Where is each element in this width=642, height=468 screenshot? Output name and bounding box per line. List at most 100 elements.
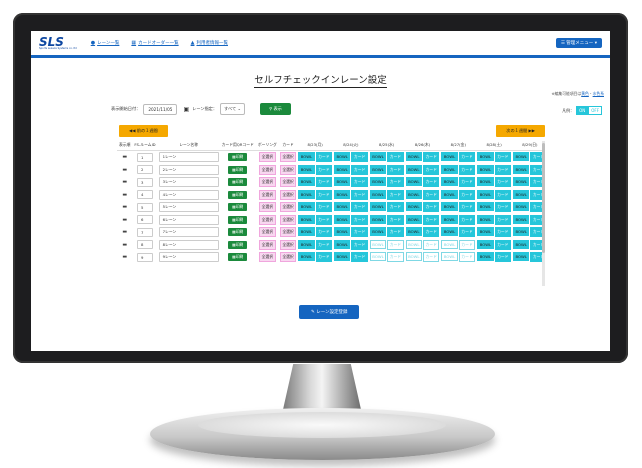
bowl-toggle[interactable]: BOWL	[369, 202, 387, 212]
bowl-toggle[interactable]: BOWL	[298, 164, 315, 174]
bowling-select-all-button[interactable]: 全選択	[259, 239, 276, 250]
qr-print-button[interactable]: ▦印刷	[228, 203, 248, 212]
card-toggle[interactable]: カード	[387, 252, 404, 263]
sls-logo[interactable]: SLS Sports Leisure Systems co. ltd	[39, 36, 77, 51]
qr-print-button[interactable]: ▦印刷	[228, 240, 248, 249]
card-toggle[interactable]: カード	[387, 177, 404, 188]
bowling-select-all-button[interactable]: 全選択	[259, 202, 276, 213]
card-toggle[interactable]: カード	[494, 189, 511, 200]
bowl-toggle[interactable]: BOWL	[441, 189, 458, 199]
card-toggle[interactable]: カード	[530, 202, 542, 213]
lane-filter-select[interactable]: すべて ⌄	[220, 103, 246, 115]
card-toggle[interactable]: カード	[458, 164, 476, 175]
card-toggle[interactable]: カード	[315, 227, 332, 238]
bowl-toggle[interactable]: BOWL	[477, 202, 494, 212]
qr-print-button[interactable]: ▦印刷	[228, 228, 248, 237]
card-toggle[interactable]: カード	[530, 152, 542, 163]
bowl-toggle[interactable]: BOWL	[405, 164, 422, 174]
calendar-icon[interactable]: ▣	[183, 106, 189, 113]
bowl-toggle[interactable]: BOWL	[512, 214, 530, 224]
bowl-toggle[interactable]: BOWL	[369, 239, 387, 249]
room-id-input[interactable]: 4	[137, 190, 153, 200]
card-toggle[interactable]: カード	[530, 164, 542, 175]
bowl-toggle[interactable]: BOWL	[298, 189, 315, 199]
bowl-toggle[interactable]: BOWL	[369, 177, 387, 187]
drag-handle-icon[interactable]: ▬	[122, 242, 127, 248]
card-toggle[interactable]: カード	[530, 227, 542, 238]
card-toggle[interactable]: カード	[423, 239, 440, 250]
bowl-toggle[interactable]: BOWL	[441, 252, 458, 262]
room-id-input[interactable]: 7	[137, 227, 153, 237]
card-toggle[interactable]: カード	[387, 214, 404, 225]
card-toggle[interactable]: カード	[315, 152, 332, 163]
bowl-toggle[interactable]: BOWL	[477, 189, 494, 199]
card-select-all-button[interactable]: 全選択	[279, 239, 297, 250]
card-select-all-button[interactable]: 全選択	[279, 189, 297, 200]
card-toggle[interactable]: カード	[423, 227, 440, 238]
bowl-toggle[interactable]: BOWL	[334, 177, 351, 187]
bowling-select-all-button[interactable]: 全選択	[259, 214, 276, 225]
bowl-toggle[interactable]: BOWL	[477, 214, 494, 224]
qr-print-button[interactable]: ▦印刷	[228, 165, 248, 174]
lane-name-input[interactable]: 9レーン	[158, 252, 219, 263]
bowl-toggle[interactable]: BOWL	[441, 227, 458, 237]
lane-name-input[interactable]: 7レーン	[158, 227, 219, 238]
bowl-toggle[interactable]: BOWL	[369, 152, 387, 162]
bowl-toggle[interactable]: BOWL	[334, 214, 351, 224]
bowl-toggle[interactable]: BOWL	[405, 177, 422, 187]
card-toggle[interactable]: カード	[494, 152, 511, 163]
bowl-toggle[interactable]: BOWL	[405, 189, 422, 199]
card-toggle[interactable]: カード	[494, 227, 511, 238]
bowl-toggle[interactable]: BOWL	[477, 227, 494, 237]
bowl-toggle[interactable]: BOWL	[512, 202, 530, 212]
card-toggle[interactable]: カード	[494, 177, 511, 188]
card-toggle[interactable]: カード	[458, 177, 476, 188]
bowl-toggle[interactable]: BOWL	[441, 214, 458, 224]
drag-handle-icon[interactable]: ▬	[122, 192, 127, 198]
card-toggle[interactable]: カード	[351, 214, 368, 225]
room-id-input[interactable]: 6	[137, 215, 153, 225]
card-toggle[interactable]: カード	[351, 252, 368, 263]
bowl-toggle[interactable]: BOWL	[441, 152, 458, 162]
card-toggle[interactable]: カード	[351, 202, 368, 213]
drag-handle-icon[interactable]: ▬	[122, 217, 127, 223]
bowl-toggle[interactable]: BOWL	[477, 164, 494, 174]
card-toggle[interactable]: カード	[458, 202, 476, 213]
drag-handle-icon[interactable]: ▬	[122, 204, 127, 210]
show-button[interactable]: ⚲ 表示	[260, 103, 291, 115]
card-toggle[interactable]: カード	[423, 202, 440, 213]
qr-print-button[interactable]: ▦印刷	[228, 153, 248, 162]
bowl-toggle[interactable]: BOWL	[512, 239, 530, 249]
bowl-toggle[interactable]: BOWL	[369, 227, 387, 237]
card-toggle[interactable]: カード	[423, 177, 440, 188]
room-id-input[interactable]: 8	[137, 240, 153, 250]
bowl-toggle[interactable]: BOWL	[441, 177, 458, 187]
bowl-toggle[interactable]: BOWL	[441, 164, 458, 174]
nav-lane-list[interactable]: ● レーン一覧	[91, 40, 120, 46]
drag-handle-icon[interactable]: ▬	[122, 254, 127, 260]
room-id-input[interactable]: 9	[137, 252, 153, 262]
card-toggle[interactable]: カード	[494, 239, 511, 250]
bowl-toggle[interactable]: BOWL	[298, 227, 315, 237]
nav-card-order-list[interactable]: ▦ カードオーダー一覧	[131, 40, 178, 46]
bowl-toggle[interactable]: BOWL	[441, 202, 458, 212]
bowl-toggle[interactable]: BOWL	[477, 152, 494, 162]
card-select-all-button[interactable]: 全選択	[279, 202, 297, 213]
bowl-toggle[interactable]: BOWL	[477, 252, 494, 262]
drag-handle-icon[interactable]: ▬	[122, 229, 127, 235]
card-toggle[interactable]: カード	[387, 227, 404, 238]
card-toggle[interactable]: カード	[315, 239, 332, 250]
card-toggle[interactable]: カード	[351, 164, 368, 175]
bowl-toggle[interactable]: BOWL	[334, 152, 351, 162]
bowling-select-all-button[interactable]: 全選択	[259, 189, 276, 200]
qr-print-button[interactable]: ▦印刷	[228, 253, 248, 262]
bowl-toggle[interactable]: BOWL	[298, 202, 315, 212]
card-select-all-button[interactable]: 全選択	[279, 227, 297, 238]
card-toggle[interactable]: カード	[530, 239, 542, 250]
bowl-toggle[interactable]: BOWL	[334, 227, 351, 237]
qr-print-button[interactable]: ▦印刷	[228, 190, 248, 199]
bowl-toggle[interactable]: BOWL	[334, 252, 351, 262]
bowl-toggle[interactable]: BOWL	[334, 239, 351, 249]
lane-name-input[interactable]: 4レーン	[158, 189, 219, 200]
lane-name-input[interactable]: 8レーン	[158, 239, 219, 250]
